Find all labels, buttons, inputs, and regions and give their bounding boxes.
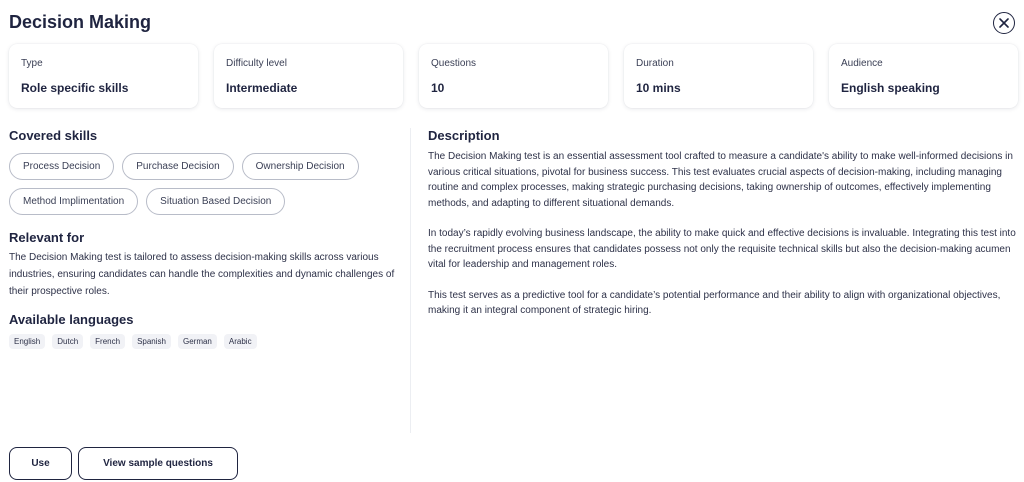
relevant-for-heading: Relevant for (9, 230, 85, 245)
card-value: English speaking (841, 81, 940, 95)
language-tag: Dutch (52, 334, 84, 349)
language-tag: English (9, 334, 46, 349)
info-card-duration: Duration 10 mins (624, 44, 813, 108)
card-value: Role specific skills (21, 81, 129, 95)
right-column: Description The Decision Making test is … (428, 128, 1018, 319)
skill-tag: Ownership Decision (241, 153, 359, 180)
skill-tag: Process Decision (9, 153, 115, 180)
card-label: Audience (841, 58, 883, 69)
card-label: Difficulty level (226, 58, 287, 69)
left-column: Covered skills Process Decision Purchase… (9, 128, 399, 349)
column-divider (410, 128, 411, 433)
info-card-audience: Audience English speaking (829, 44, 1018, 108)
card-value: 10 (431, 81, 445, 95)
language-tag: Spanish (132, 334, 171, 349)
card-value: 10 mins (636, 81, 681, 95)
language-tag: French (90, 334, 126, 349)
language-tag: German (177, 334, 217, 349)
skill-tag: Method Implimentation (9, 188, 139, 215)
card-label: Questions (431, 58, 477, 69)
description-paragraph: The Decision Making test is an essential… (428, 151, 1013, 209)
languages-list: English Dutch French Spanish German Arab… (9, 334, 399, 349)
covered-skills-heading: Covered skills (9, 128, 98, 143)
languages-heading: Available languages (9, 312, 134, 327)
info-card-type: Type Role specific skills (9, 44, 198, 108)
description-paragraph: This test serves as a predictive tool fo… (428, 289, 1001, 317)
info-card-questions: Questions 10 (419, 44, 608, 108)
description-heading: Description (428, 128, 500, 143)
relevant-for-text: The Decision Making test is tailored to … (9, 252, 395, 297)
footer-actions: Use View sample questions (9, 447, 238, 480)
card-value: Intermediate (226, 81, 298, 95)
page-title: Decision Making (9, 12, 152, 32)
card-label: Duration (636, 58, 674, 69)
skill-tag: Situation Based Decision (146, 188, 286, 215)
close-icon (999, 18, 1009, 28)
skills-list: Process Decision Purchase Decision Owner… (9, 153, 399, 215)
use-button[interactable]: Use (9, 447, 72, 480)
view-sample-questions-button[interactable]: View sample questions (78, 447, 238, 480)
description-paragraph: In today’s rapidly evolving business lan… (428, 228, 1016, 270)
info-cards: Type Role specific skills Difficulty lev… (9, 44, 1018, 108)
card-label: Type (21, 58, 43, 69)
info-card-difficulty: Difficulty level Intermediate (214, 44, 403, 108)
close-button[interactable] (993, 12, 1015, 34)
language-tag: Arabic (223, 334, 257, 349)
skill-tag: Purchase Decision (122, 153, 234, 180)
